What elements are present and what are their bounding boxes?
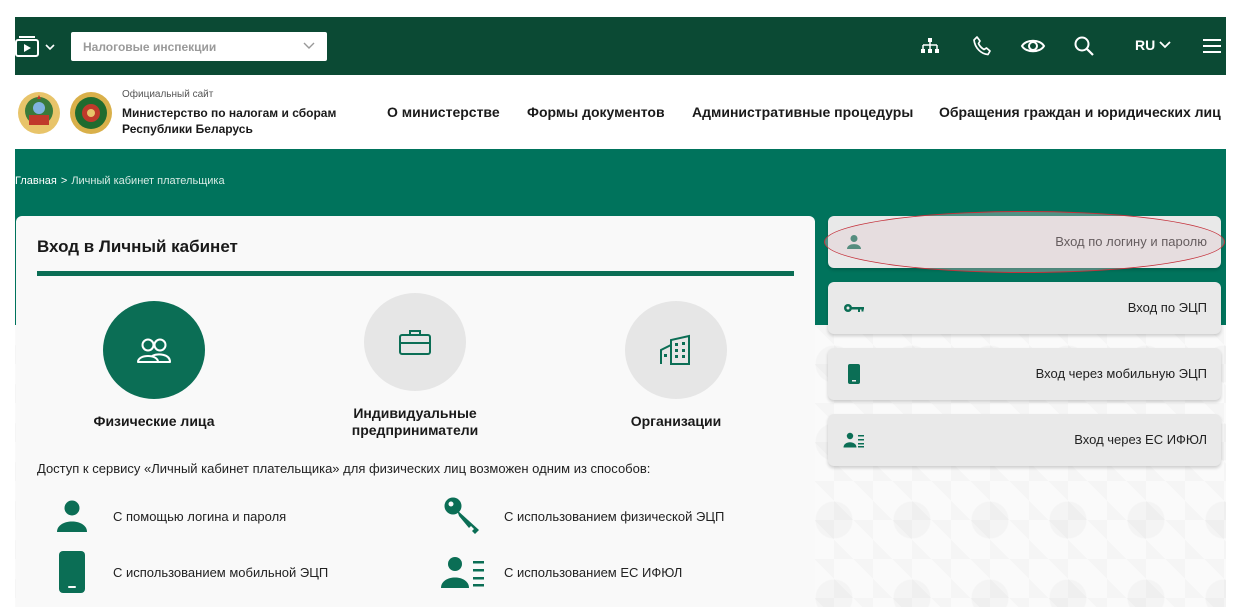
card-divider — [37, 271, 794, 276]
inspection-select[interactable]: Налоговые инспекции — [71, 32, 327, 61]
category-individuals[interactable]: Физические лица — [54, 301, 254, 430]
top-bar: Налоговые инспекции RU — [15, 17, 1226, 75]
login-option-password[interactable]: Вход по логину и паролю — [828, 216, 1221, 268]
method-login-password: С помощью логина и пароля — [43, 496, 286, 536]
phone-icon[interactable] — [970, 34, 994, 58]
key-icon — [842, 296, 866, 320]
method-es-ifyul: С использованием ЕС ИФЮЛ — [434, 552, 682, 592]
language-label: RU — [1135, 37, 1156, 53]
method-physical-ecp: С использованием физической ЭЦП — [434, 496, 724, 536]
login-option-es-ifyul[interactable]: Вход через ЕС ИФЮЛ — [828, 414, 1221, 466]
nav-procedures[interactable]: Административные процедуры — [692, 104, 913, 120]
access-description: Доступ к сервису «Личный кабинет платель… — [37, 461, 651, 476]
users-icon — [137, 338, 171, 363]
briefcase-icon — [399, 330, 431, 355]
method-es-ifyul-label: С использованием ЕС ИФЮЛ — [504, 564, 683, 580]
eye-icon[interactable] — [1020, 34, 1046, 58]
breadcrumb-separator: > — [60, 175, 68, 187]
search-icon[interactable] — [1072, 34, 1096, 58]
category-entrepreneurs-circle[interactable] — [364, 293, 466, 391]
ministry-emblem-icon[interactable] — [69, 91, 113, 135]
login-option-mobile-ecp-label: Вход через мобильную ЭЦП — [1035, 366, 1207, 381]
mobile-icon — [43, 551, 101, 593]
breadcrumb-home[interactable]: Главная — [15, 175, 57, 187]
nav-forms[interactable]: Формы документов — [527, 104, 665, 120]
method-login-password-label: С помощью логина и пароля — [113, 508, 287, 524]
method-mobile-ecp: С использованием мобильной ЭЦП — [43, 551, 329, 593]
mobile-icon — [842, 362, 866, 386]
category-individuals-label: Физические лица — [93, 413, 215, 429]
category-organizations-label: Организации — [630, 413, 722, 429]
site-header: Официальный сайт Министерство по налогам… — [15, 75, 1226, 149]
inspection-select-value: Налоговые инспекции — [83, 40, 217, 54]
category-individuals-circle[interactable] — [103, 301, 205, 399]
key-icon — [434, 496, 492, 536]
login-card: Вход в Личный кабинет Физические лица Ин… — [16, 216, 815, 607]
login-option-password-label: Вход по логину и паролю — [1055, 234, 1207, 249]
id-card-icon — [434, 552, 492, 592]
building-icon — [660, 334, 690, 365]
login-option-ecp[interactable]: Вход по ЭЦП — [828, 282, 1221, 334]
state-emblem-icon[interactable] — [17, 91, 61, 135]
site-subtitle: Официальный сайт — [122, 89, 214, 100]
login-option-mobile-ecp[interactable]: Вход через мобильную ЭЦП — [828, 348, 1221, 400]
nav-about[interactable]: О министерстве — [387, 104, 500, 120]
user-icon — [842, 230, 866, 254]
login-option-ecp-label: Вход по ЭЦП — [1127, 300, 1207, 315]
id-card-icon — [842, 428, 866, 452]
language-switcher[interactable]: RU — [1135, 37, 1171, 53]
chevron-down-icon — [303, 42, 315, 49]
breadcrumb: Главная > Личный кабинет плательщика — [15, 175, 225, 187]
category-entrepreneurs-label: Индивидуальные предприниматели — [351, 405, 479, 438]
category-organizations-circle[interactable] — [625, 301, 727, 399]
category-entrepreneurs[interactable]: Индивидуальные предприниматели — [315, 293, 515, 439]
site-title[interactable]: Министерство по налогам и сборам Республ… — [122, 105, 352, 137]
method-physical-ecp-label: С использованием физической ЭЦП — [504, 508, 725, 524]
nav-appeals[interactable]: Обращения граждан и юридических лиц — [939, 104, 1221, 120]
login-option-es-ifyul-label: Вход через ЕС ИФЮЛ — [1074, 432, 1207, 447]
media-icon[interactable] — [15, 36, 59, 58]
menu-icon[interactable] — [1201, 34, 1225, 58]
sitemap-icon[interactable] — [918, 34, 942, 58]
method-mobile-ecp-label: С использованием мобильной ЭЦП — [113, 564, 329, 580]
category-organizations[interactable]: Организации — [576, 301, 776, 430]
card-title: Вход в Личный кабинет — [37, 237, 238, 256]
breadcrumb-current: Личный кабинет плательщика — [71, 175, 225, 187]
chevron-down-icon — [1159, 41, 1171, 49]
user-icon — [43, 496, 101, 536]
